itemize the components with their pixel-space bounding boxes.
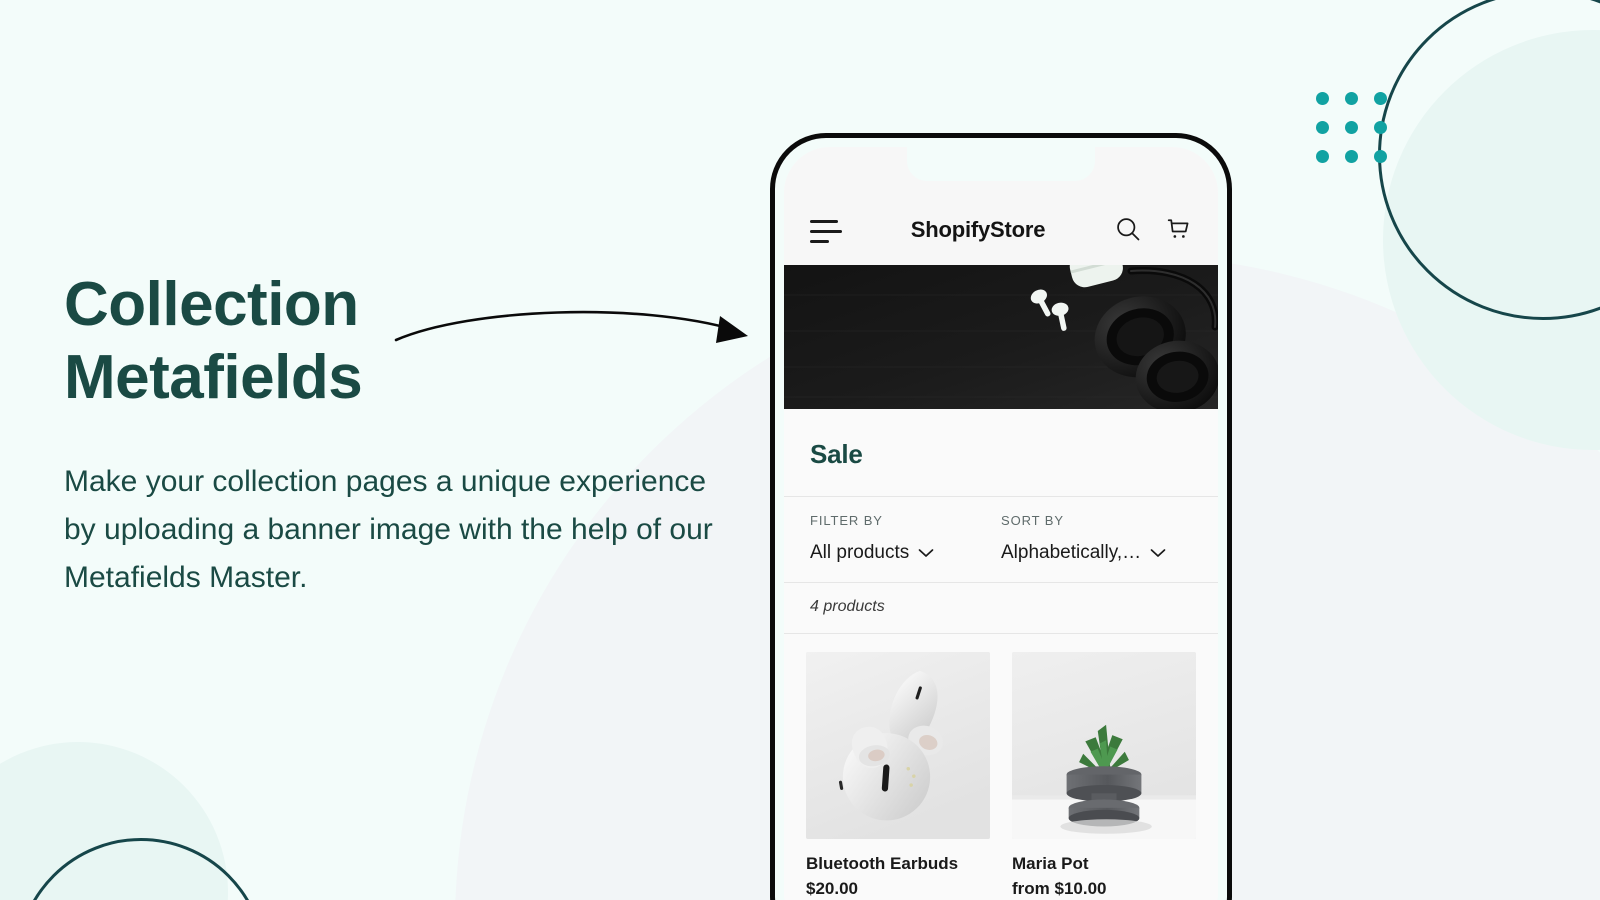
sort-by-label: SORT BY [1001, 513, 1064, 528]
dot-grid-icon [1316, 92, 1387, 163]
circle-outline-bottom-left [16, 838, 266, 900]
product-count: 4 products [810, 598, 885, 615]
hamburger-menu-icon[interactable] [810, 220, 842, 243]
filter-by-control: FILTER BY All products [810, 513, 1001, 564]
product-image [806, 652, 990, 839]
grid-dot [1316, 92, 1329, 105]
circle-outline-top-right [1378, 0, 1600, 320]
grid-dot [1345, 150, 1358, 163]
store-name: ShopifyStore [910, 217, 1046, 242]
sort-by-control: SORT BY Alphabetically,… [1001, 513, 1192, 564]
menu-line [810, 240, 829, 243]
planter-artwork [1012, 652, 1196, 839]
grid-dot [1345, 121, 1358, 134]
collection-title-block: Sale [784, 409, 1218, 497]
product-image [1012, 652, 1196, 839]
grid-dot [1374, 92, 1387, 105]
collection-banner-image [784, 265, 1218, 409]
product-title: Bluetooth Earbuds [806, 854, 959, 873]
sort-by-select[interactable]: Alphabetically,… [1001, 542, 1192, 564]
phone-screen: ShopifyStore Sale FILTER BY All products… [784, 147, 1218, 900]
grid-dot [1316, 121, 1329, 134]
collection-controls: FILTER BY All products SORT BY Alphabeti… [784, 497, 1218, 583]
product-count-row: 4 products [784, 583, 1218, 634]
product-grid: Bluetooth Earbuds $20.00 Maria Pot from … [784, 634, 1218, 899]
phone-notch [907, 147, 1095, 181]
product-price: $20.00 [806, 879, 858, 898]
chevron-down-icon [918, 549, 934, 557]
collection-title: Sale [810, 439, 863, 469]
filter-by-value: All products [810, 542, 910, 563]
menu-line [810, 230, 842, 233]
grid-dot [1374, 150, 1387, 163]
banner-artwork [784, 265, 1218, 409]
header-icons [1114, 215, 1192, 243]
filter-by-select[interactable]: All products [810, 542, 1001, 564]
chevron-down-icon [1150, 549, 1166, 557]
product-title: Maria Pot [1012, 854, 1089, 873]
grid-dot [1316, 150, 1329, 163]
search-icon[interactable] [1114, 215, 1142, 243]
curved-arrow-icon [394, 310, 748, 343]
phone-mockup: ShopifyStore Sale FILTER BY All products… [770, 133, 1232, 900]
product-price: from $10.00 [1012, 879, 1107, 898]
grid-dot [1345, 92, 1358, 105]
background-blob-top-right [1383, 30, 1600, 450]
product-card[interactable]: Maria Pot from $10.00 [1012, 652, 1196, 899]
promo-description: Make your collection pages a unique expe… [64, 465, 713, 595]
filter-by-label: FILTER BY [810, 513, 883, 528]
grid-dot [1374, 121, 1387, 134]
sort-by-value: Alphabetically,… [1001, 542, 1142, 563]
menu-line [810, 220, 838, 223]
shopping-cart-icon[interactable] [1164, 215, 1192, 243]
background-blob-bottom-left [0, 742, 228, 900]
product-card[interactable]: Bluetooth Earbuds $20.00 [806, 652, 990, 899]
earbuds-artwork [806, 652, 990, 839]
